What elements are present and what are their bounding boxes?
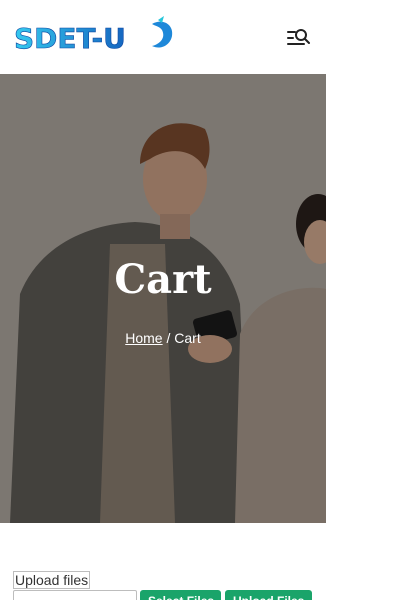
- upload-files-button[interactable]: Upload Files: [225, 590, 312, 600]
- breadcrumb-home-link[interactable]: Home: [125, 330, 162, 346]
- breadcrumb: Home / Cart: [0, 330, 326, 346]
- upload-files-label: Upload files: [13, 571, 91, 589]
- logo-image: SDET-U: [14, 16, 173, 55]
- svg-text:SDET-U: SDET-U: [14, 22, 126, 55]
- file-input[interactable]: [13, 590, 137, 600]
- page-title: Cart: [114, 256, 212, 303]
- site-logo[interactable]: SDET-U: [12, 16, 180, 58]
- select-files-button[interactable]: Select Files: [140, 590, 221, 600]
- page-hero: Cart Home / Cart: [0, 74, 326, 523]
- menu-search-icon: [287, 29, 310, 45]
- menu-search-button[interactable]: [286, 27, 312, 49]
- breadcrumb-separator: /: [162, 330, 175, 346]
- site-header: SDET-U: [0, 0, 414, 74]
- breadcrumb-current: Cart: [174, 330, 201, 346]
